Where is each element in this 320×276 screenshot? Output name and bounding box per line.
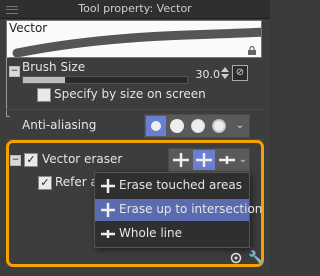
brush-preview: Vector bbox=[6, 20, 262, 58]
vector-eraser-checkbox[interactable]: ✓ bbox=[24, 153, 38, 167]
chevron-down-icon[interactable]: ⌄ bbox=[233, 117, 247, 135]
collapse-toggle-vector-eraser[interactable]: − bbox=[10, 155, 21, 166]
reset-icon[interactable] bbox=[230, 252, 242, 264]
aa-medium-option[interactable] bbox=[190, 118, 206, 134]
brush-size-spinner[interactable] bbox=[221, 66, 229, 80]
divider bbox=[6, 109, 264, 110]
brush-size-slider-fill bbox=[23, 77, 65, 83]
tool-name: Vector bbox=[9, 21, 48, 35]
plus-cross-icon bbox=[101, 179, 115, 193]
brush-size-slider[interactable] bbox=[22, 76, 188, 84]
specify-by-size-checkbox[interactable] bbox=[37, 88, 51, 102]
lock-icon[interactable] bbox=[247, 46, 257, 55]
mode-whole-line-icon[interactable] bbox=[216, 150, 238, 170]
collapse-toggle-brush-size[interactable]: − bbox=[9, 66, 20, 77]
specify-by-size-label: Specify by size on screen bbox=[54, 87, 206, 101]
plus-cross-icon bbox=[101, 203, 115, 217]
anti-aliasing-selector[interactable]: ⌄ bbox=[144, 114, 250, 138]
refer-label: Refer a bbox=[55, 175, 98, 189]
aa-strong-option[interactable] bbox=[211, 118, 227, 134]
menu-item-label: Erase up to intersection bbox=[119, 202, 263, 216]
mode-erase-touched-icon[interactable] bbox=[170, 150, 192, 170]
wrench-icon[interactable]: 🔧 bbox=[248, 252, 264, 266]
menu-item-label: Erase touched areas bbox=[119, 178, 242, 192]
brush-size-label: Brush Size bbox=[22, 60, 86, 74]
menu-item-label: Whole line bbox=[119, 226, 182, 240]
title-bar: Tool property: Vector bbox=[0, 0, 270, 19]
window-title: Tool property: Vector bbox=[78, 2, 192, 15]
line-icon bbox=[101, 230, 115, 238]
eraser-mode-menu: Erase touched areas Erase up to intersec… bbox=[94, 172, 262, 248]
refer-checkbox[interactable]: ✓ bbox=[38, 176, 52, 190]
pressure-settings-icon[interactable]: ⊘ bbox=[232, 65, 248, 81]
aa-weak-option[interactable] bbox=[169, 118, 185, 134]
menu-item-erase-touched[interactable]: Erase touched areas bbox=[95, 175, 249, 197]
mode-erase-intersection-icon[interactable] bbox=[193, 150, 215, 170]
menu-item-erase-intersection[interactable]: Erase up to intersection bbox=[95, 199, 262, 221]
vector-eraser-label: Vector eraser bbox=[42, 152, 123, 166]
brush-size-value[interactable]: 30.0 bbox=[194, 68, 221, 81]
aa-none-option[interactable] bbox=[148, 118, 164, 134]
menu-item-whole-line[interactable]: Whole line bbox=[95, 223, 249, 245]
vector-eraser-mode-selector[interactable]: ⌄ bbox=[168, 148, 250, 172]
anti-aliasing-label: Anti-aliasing bbox=[22, 118, 97, 132]
chevron-down-icon[interactable]: ⌄ bbox=[236, 151, 250, 169]
grip-icon[interactable] bbox=[6, 6, 18, 14]
